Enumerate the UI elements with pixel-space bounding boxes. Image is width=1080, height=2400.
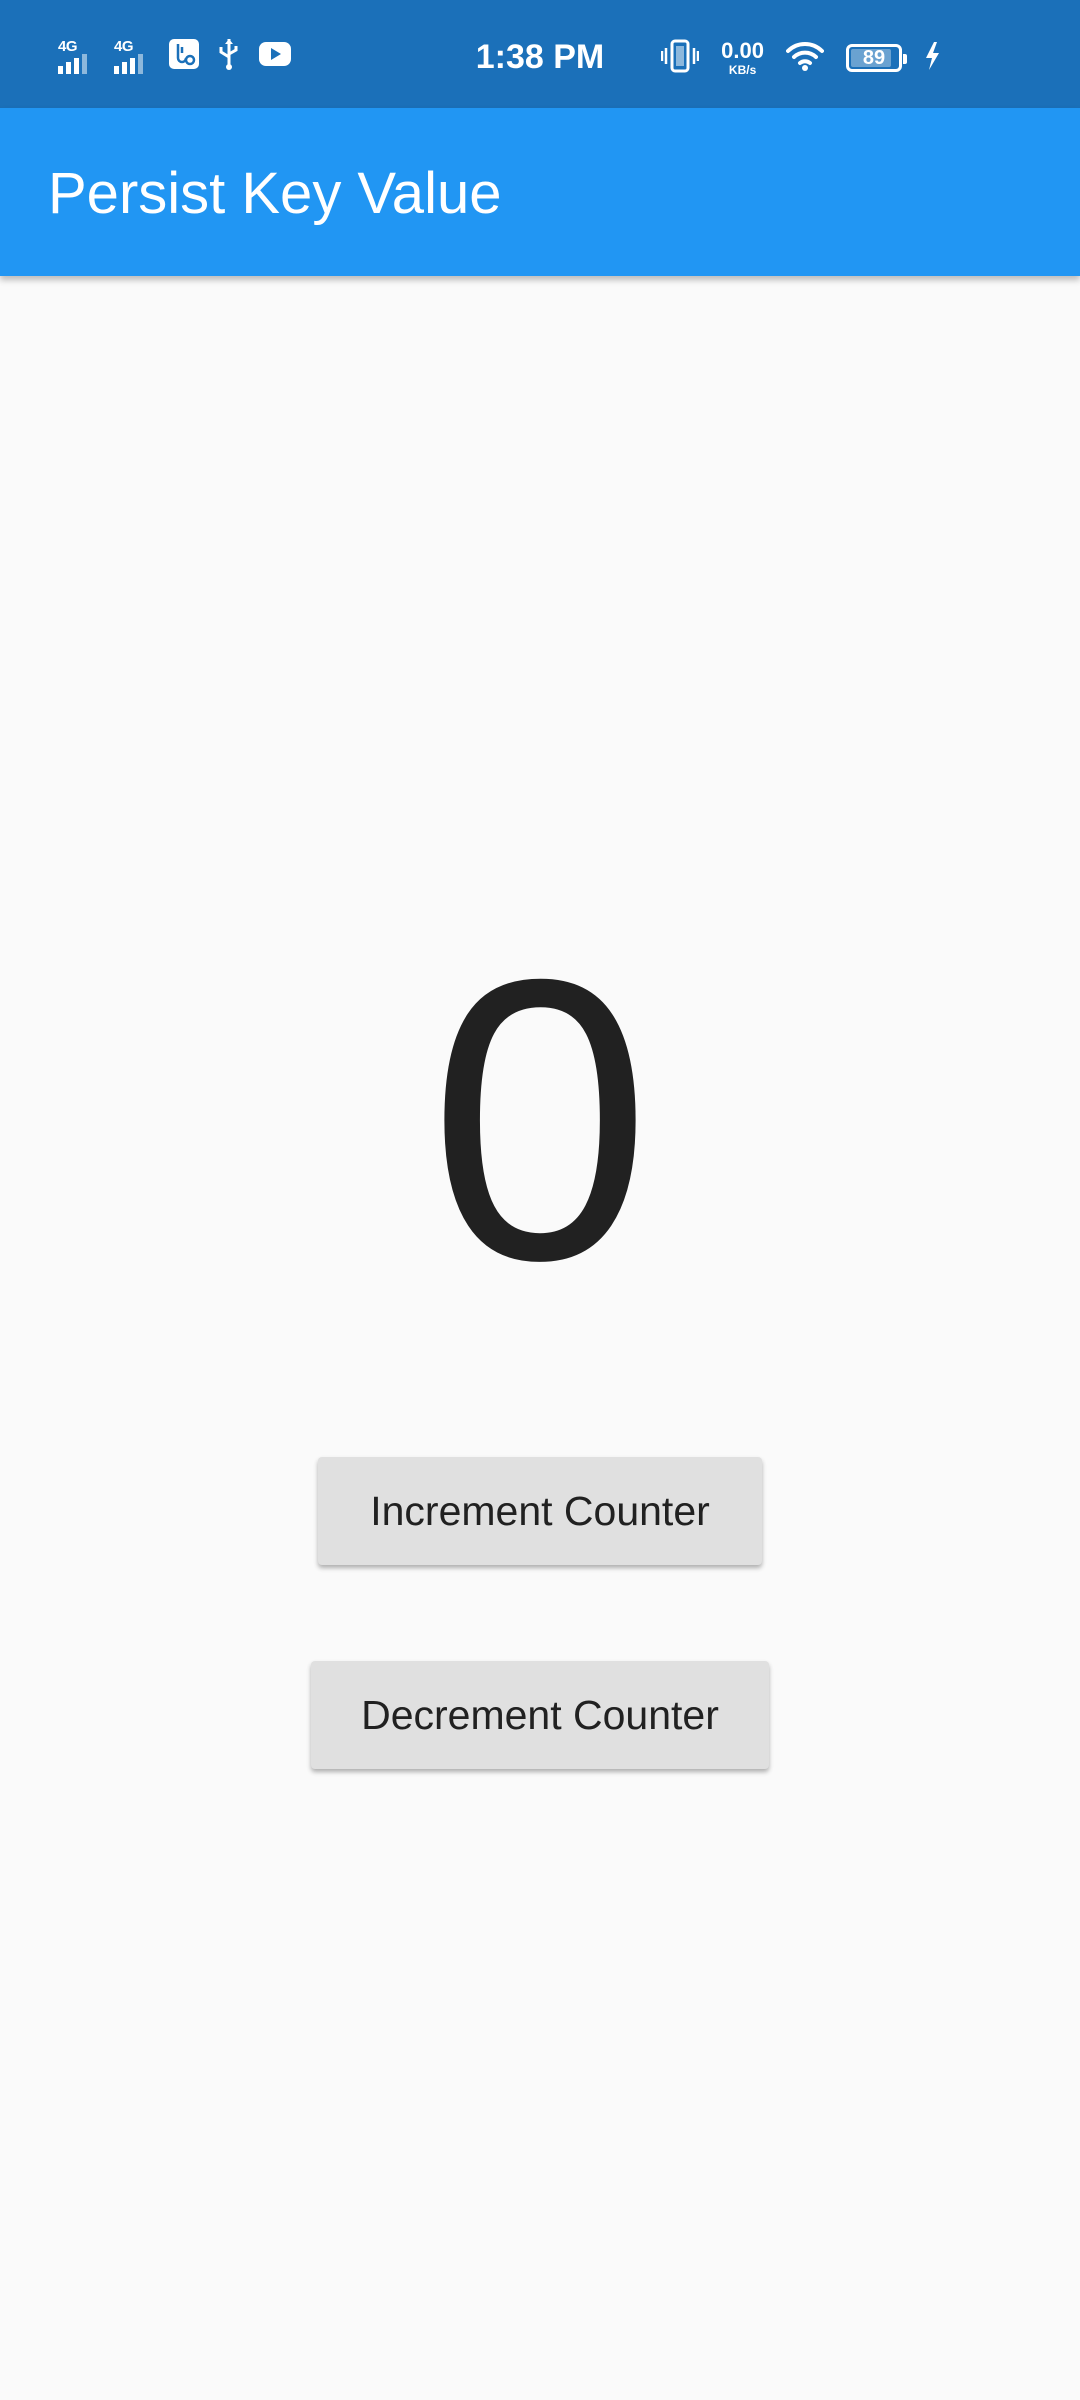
vibrate-icon xyxy=(660,39,700,78)
decrement-counter-button[interactable]: Decrement Counter xyxy=(311,1661,769,1769)
charging-icon xyxy=(924,41,940,76)
network-speed: 0.00 KB/s xyxy=(721,38,764,77)
speed-value: 0.00 xyxy=(721,38,764,63)
battery-level: 89 xyxy=(862,46,886,69)
app-bar: Persist Key Value xyxy=(0,108,1080,276)
status-bar: 4G 4G 1:38 PM 0.00 KB/s 89 xyxy=(0,0,1080,108)
status-right-icons: 0.00 KB/s 89 xyxy=(660,38,940,78)
counter-value: 0 xyxy=(428,896,652,1343)
wifi-icon xyxy=(786,40,824,77)
speed-unit: KB/s xyxy=(728,63,757,77)
app-title: Persist Key Value xyxy=(48,161,502,226)
increment-counter-button[interactable]: Increment Counter xyxy=(318,1457,762,1565)
battery-icon: 89 xyxy=(846,44,907,72)
